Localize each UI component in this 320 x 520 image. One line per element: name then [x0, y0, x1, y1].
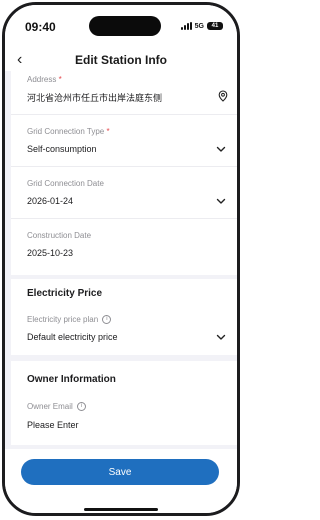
owner-email-field[interactable]: Owner Email i Please Enter: [11, 395, 237, 445]
electricity-price-card: Electricity Price Electricity price plan…: [11, 279, 237, 355]
page-title: Edit Station Info: [75, 53, 167, 67]
chevron-down-icon[interactable]: [215, 143, 227, 155]
owner-information-title: Owner Information: [27, 374, 116, 385]
electricity-price-title: Electricity Price: [27, 288, 103, 299]
grid-connection-type-label: Grid Connection Type *: [27, 127, 110, 136]
grid-connection-date-field[interactable]: Grid Connection Date 2026-01-24: [11, 167, 237, 219]
electricity-price-plan-field[interactable]: Electricity price plan i Default electri…: [11, 307, 237, 355]
chevron-down-icon[interactable]: [215, 331, 227, 343]
address-value: 河北省沧州市任丘市出岸法庭东侧: [27, 93, 163, 103]
battery-icon: 41: [207, 22, 223, 30]
signal-icon: [180, 22, 192, 30]
construction-date-field[interactable]: Construction Date 2025-10-23: [11, 219, 237, 275]
station-info-card: Address * 河北省沧州市任丘市出岸法庭东侧 Grid Connectio…: [11, 71, 237, 275]
footer-bar: Save: [5, 449, 237, 513]
status-bar: 09:40 5G 41: [5, 5, 237, 49]
electricity-price-plan-label: Electricity price plan i: [27, 315, 112, 325]
owner-email-label: Owner Email i: [27, 402, 87, 412]
nav-bar: ‹ Edit Station Info: [5, 49, 237, 71]
network-type: 5G: [194, 22, 204, 30]
electricity-price-plan-value: Default electricity price: [27, 332, 118, 342]
owner-information-card: Owner Information Owner Email i Please E…: [11, 361, 237, 445]
chevron-down-icon[interactable]: [215, 195, 227, 207]
status-time: 09:40: [25, 20, 56, 34]
required-mark: *: [106, 127, 110, 136]
owner-email-input[interactable]: Please Enter: [27, 420, 79, 430]
address-label: Address *: [27, 75, 62, 84]
grid-connection-type-field[interactable]: Grid Connection Type * Self-consumption: [11, 115, 237, 167]
info-icon[interactable]: i: [102, 315, 112, 325]
info-icon[interactable]: i: [77, 402, 87, 412]
grid-connection-date-label: Grid Connection Date: [27, 179, 104, 188]
status-indicators: 5G 41: [180, 22, 223, 30]
home-indicator: [84, 508, 158, 511]
save-button[interactable]: Save: [21, 459, 219, 485]
address-field[interactable]: Address * 河北省沧州市任丘市出岸法庭东侧: [11, 71, 237, 115]
construction-date-label: Construction Date: [27, 231, 92, 240]
dynamic-island: [89, 16, 161, 36]
grid-connection-date-value: 2026-01-24: [27, 196, 74, 206]
construction-date-value: 2025-10-23: [27, 248, 74, 258]
phone-frame: 09:40 5G 41 ‹ Edit Station Info Address …: [2, 2, 240, 516]
location-pin-icon[interactable]: [217, 90, 229, 102]
grid-connection-type-value: Self-consumption: [27, 144, 97, 154]
required-mark: *: [58, 75, 62, 84]
